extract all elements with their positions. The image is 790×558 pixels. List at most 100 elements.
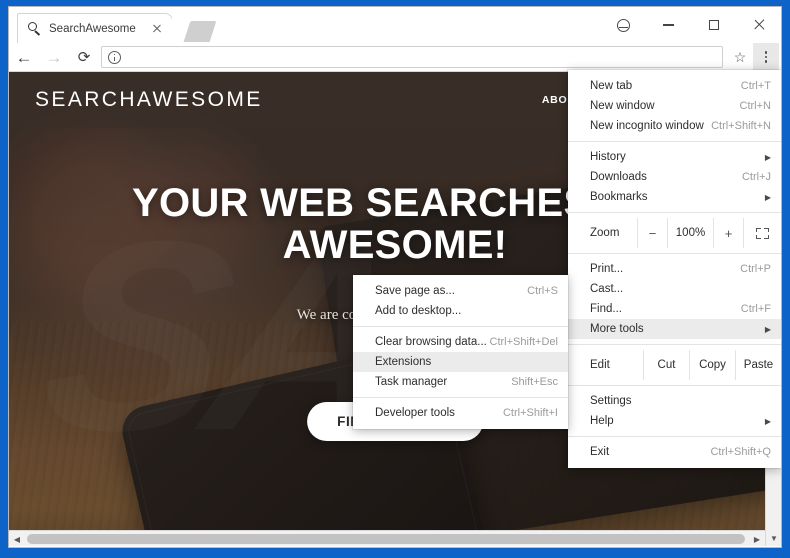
zoom-label: Zoom: [590, 227, 620, 239]
new-tab-button[interactable]: [183, 21, 217, 42]
bookmark-star-icon[interactable]: ☆: [727, 43, 753, 71]
menu-item-extensions[interactable]: Extensions: [353, 352, 568, 372]
menu-item-find[interactable]: Find... Ctrl+F: [568, 299, 781, 319]
menu-item-new-incognito-window[interactable]: New incognito window Ctrl+Shift+N: [568, 116, 781, 136]
fullscreen-button[interactable]: [743, 218, 781, 248]
reload-icon: ⟳: [77, 49, 91, 66]
menu-item-add-to-desktop[interactable]: Add to desktop...: [353, 301, 568, 321]
chevron-right-icon: ▶: [764, 192, 771, 202]
maximize-button[interactable]: [691, 8, 736, 42]
horizontal-scrollbar[interactable]: ◀ ▶: [9, 530, 765, 546]
menu-separator: [353, 397, 568, 398]
chrome-main-menu: New tab Ctrl+T New window Ctrl+N New incogni…: [568, 70, 781, 468]
reload-button[interactable]: ⟳: [69, 43, 99, 71]
menu-item-shortcut: Ctrl+S: [527, 285, 558, 297]
scroll-left-arrow-icon[interactable]: ◀: [9, 531, 25, 546]
menu-item-label: Extensions: [375, 356, 432, 368]
menu-item-zoom: Zoom −100% +: [568, 218, 781, 248]
arrow-right-icon: →: [45, 47, 63, 67]
browser-tab[interactable]: SearchAwesome: [17, 13, 181, 43]
info-icon[interactable]: [108, 50, 121, 64]
menu-item-shortcut: Ctrl+F: [740, 303, 771, 315]
menu-item-label: Clear browsing data...: [375, 336, 487, 348]
menu-item-label: Settings: [590, 395, 632, 407]
menu-item-shortcut: Ctrl+N: [739, 100, 771, 112]
menu-item-downloads[interactable]: Downloads Ctrl+J: [568, 167, 781, 187]
minimize-button[interactable]: [646, 8, 691, 42]
more-tools-submenu: Save page as... Ctrl+S Add to desktop... Cl…: [353, 275, 568, 429]
menu-item-label: New incognito window: [590, 120, 704, 132]
scroll-right-arrow-icon[interactable]: ▶: [749, 531, 765, 546]
menu-item-developer-tools[interactable]: Developer tools Ctrl+Shift+I: [353, 403, 568, 423]
zoom-controls: −100% +: [637, 218, 781, 248]
menu-item-label: Cast...: [590, 283, 624, 295]
menu-item-task-manager[interactable]: Task manager Shift+Esc: [353, 372, 568, 392]
menu-item-label: Bookmarks: [590, 191, 648, 203]
menu-separator: [568, 385, 781, 386]
menu-item-shortcut: Ctrl+J: [741, 171, 771, 183]
profile-avatar-icon[interactable]: [601, 8, 646, 42]
menu-item-settings[interactable]: Settings: [568, 391, 781, 411]
zoom-in-button[interactable]: +: [713, 218, 743, 248]
menu-item-label: Find...: [590, 303, 622, 315]
menu-item-label: New tab: [590, 80, 633, 92]
zoom-level-value: 100%: [667, 218, 713, 248]
menu-item-label: Print...: [590, 263, 624, 275]
edit-copy-button[interactable]: Copy: [689, 350, 735, 380]
menu-item-label: Add to desktop...: [375, 305, 462, 317]
desktop-background: SearchAwesome ← → ⟳ ☆ SA SEARCHAWESOME A…: [0, 0, 790, 558]
arrow-left-icon: ←: [15, 47, 33, 67]
menu-item-history[interactable]: History ▶: [568, 147, 781, 167]
tab-title: SearchAwesome: [49, 22, 136, 35]
menu-separator: [568, 212, 781, 213]
menu-separator: [568, 253, 781, 254]
horizontal-scroll-thumb[interactable]: [27, 534, 745, 544]
menu-item-more-tools[interactable]: More tools ▶: [568, 319, 781, 339]
menu-item-label: Downloads: [590, 171, 647, 183]
edit-operations: Cut Copy Paste: [643, 350, 781, 380]
menu-item-label: Developer tools: [375, 407, 455, 419]
scroll-down-arrow-icon[interactable]: ▼: [766, 530, 781, 546]
menu-separator: [568, 141, 781, 142]
menu-item-cast[interactable]: Cast...: [568, 279, 781, 299]
site-logo[interactable]: SEARCHAWESOME: [35, 88, 263, 112]
menu-item-label: Exit: [590, 446, 610, 458]
menu-separator: [353, 326, 568, 327]
chevron-right-icon: ▶: [764, 324, 771, 334]
zoom-out-button[interactable]: −: [637, 218, 667, 248]
menu-item-shortcut: Ctrl+T: [740, 80, 771, 92]
edit-cut-button[interactable]: Cut: [643, 350, 689, 380]
menu-item-label: Task manager: [375, 376, 448, 388]
menu-separator: [568, 436, 781, 437]
chevron-right-icon: ▶: [764, 152, 771, 162]
menu-item-label: More tools: [590, 323, 644, 335]
menu-item-help[interactable]: Help ▶: [568, 411, 781, 431]
menu-item-exit[interactable]: Exit Ctrl+Shift+Q: [568, 442, 781, 462]
menu-item-print[interactable]: Print... Ctrl+P: [568, 259, 781, 279]
chrome-menu-button[interactable]: [753, 43, 779, 71]
menu-item-shortcut: Ctrl+Shift+Q: [710, 446, 771, 458]
search-icon: [27, 21, 41, 36]
browser-toolbar: ← → ⟳ ☆: [9, 43, 781, 72]
menu-item-new-window[interactable]: New window Ctrl+N: [568, 96, 781, 116]
menu-item-label: Help: [590, 415, 614, 427]
forward-button[interactable]: →: [39, 43, 69, 71]
chrome-browser-window: SearchAwesome ← → ⟳ ☆ SA SEARCHAWESOME A…: [8, 6, 782, 548]
window-controls: [601, 7, 781, 43]
tab-close-icon[interactable]: [149, 21, 165, 37]
edit-paste-button[interactable]: Paste: [735, 350, 781, 380]
menu-item-label: Save page as...: [375, 285, 455, 297]
menu-item-shortcut: Shift+Esc: [511, 376, 558, 388]
menu-item-bookmarks[interactable]: Bookmarks ▶: [568, 187, 781, 207]
menu-item-clear-browsing-data[interactable]: Clear browsing data... Ctrl+Shift+Del: [353, 332, 568, 352]
menu-item-shortcut: Ctrl+Shift+Del: [489, 336, 558, 348]
menu-item-save-page-as[interactable]: Save page as... Ctrl+S: [353, 281, 568, 301]
chevron-right-icon: ▶: [764, 416, 771, 426]
menu-item-shortcut: Ctrl+Shift+I: [502, 407, 558, 419]
close-window-button[interactable]: [736, 8, 781, 42]
address-bar[interactable]: [101, 46, 723, 68]
kebab-menu-icon: [764, 51, 768, 63]
back-button[interactable]: ←: [9, 43, 39, 71]
menu-item-new-tab[interactable]: New tab Ctrl+T: [568, 76, 781, 96]
fullscreen-icon: [756, 227, 769, 239]
